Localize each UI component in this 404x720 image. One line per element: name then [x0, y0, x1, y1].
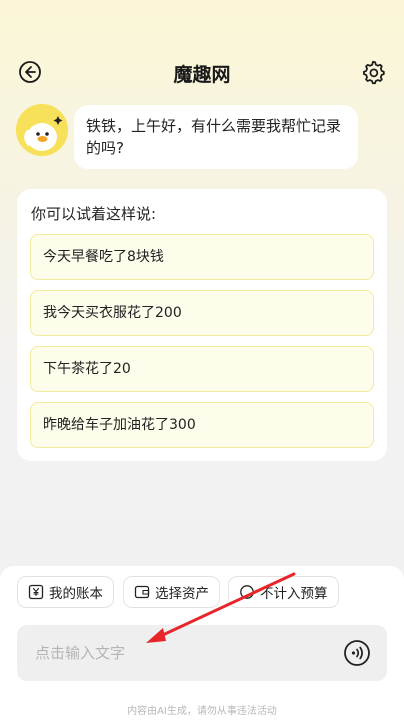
my-account-label: 我的账本 [49, 586, 103, 602]
yen-book-icon [28, 584, 44, 600]
header-bar: 魔趣网 [0, 56, 404, 88]
select-assets-label: 选择资产 [155, 586, 209, 602]
duck-mascot-icon [16, 104, 68, 156]
suggestion-item[interactable]: 下午茶花了20 [30, 346, 374, 392]
bottom-input-panel: 我的账本 选择资产 不计入预算 内容由AI生成，请勿从 [0, 566, 404, 720]
my-account-chip[interactable]: 我的账本 [17, 576, 114, 608]
greeting-text: 铁铁，上午好，有什么需要我帮忙记录的吗? [86, 117, 342, 157]
message-input[interactable] [35, 625, 335, 681]
voice-wave-icon [344, 640, 370, 666]
suggestion-card: 你可以试着这样说: 今天早餐吃了8块钱 我今天买衣服花了200 下午茶花了20 … [17, 189, 387, 461]
text-input-box[interactable] [17, 625, 387, 681]
gear-icon [363, 60, 385, 85]
exclude-budget-label: 不计入预算 [260, 586, 328, 602]
suggestion-item[interactable]: 今天早餐吃了8块钱 [30, 234, 374, 280]
select-assets-chip[interactable]: 选择资产 [123, 576, 220, 608]
wallet-icon [134, 584, 150, 600]
radio-circle-icon [239, 584, 255, 600]
ai-disclaimer: 内容由AI生成，请勿从事违法活动 [127, 706, 277, 717]
suggestion-title: 你可以试着这样说: [31, 205, 157, 223]
suggestion-item[interactable]: 我今天买衣服花了200 [30, 290, 374, 336]
voice-input-button[interactable] [343, 639, 371, 667]
suggestion-item[interactable]: 昨晚给车子加油花了300 [30, 402, 374, 448]
assistant-message-bubble: 铁铁，上午好，有什么需要我帮忙记录的吗? [74, 105, 358, 169]
page-title: 魔趣网 [173, 64, 231, 86]
exclude-budget-chip[interactable]: 不计入预算 [228, 576, 339, 608]
assistant-avatar [16, 104, 68, 156]
settings-button[interactable] [360, 59, 386, 85]
